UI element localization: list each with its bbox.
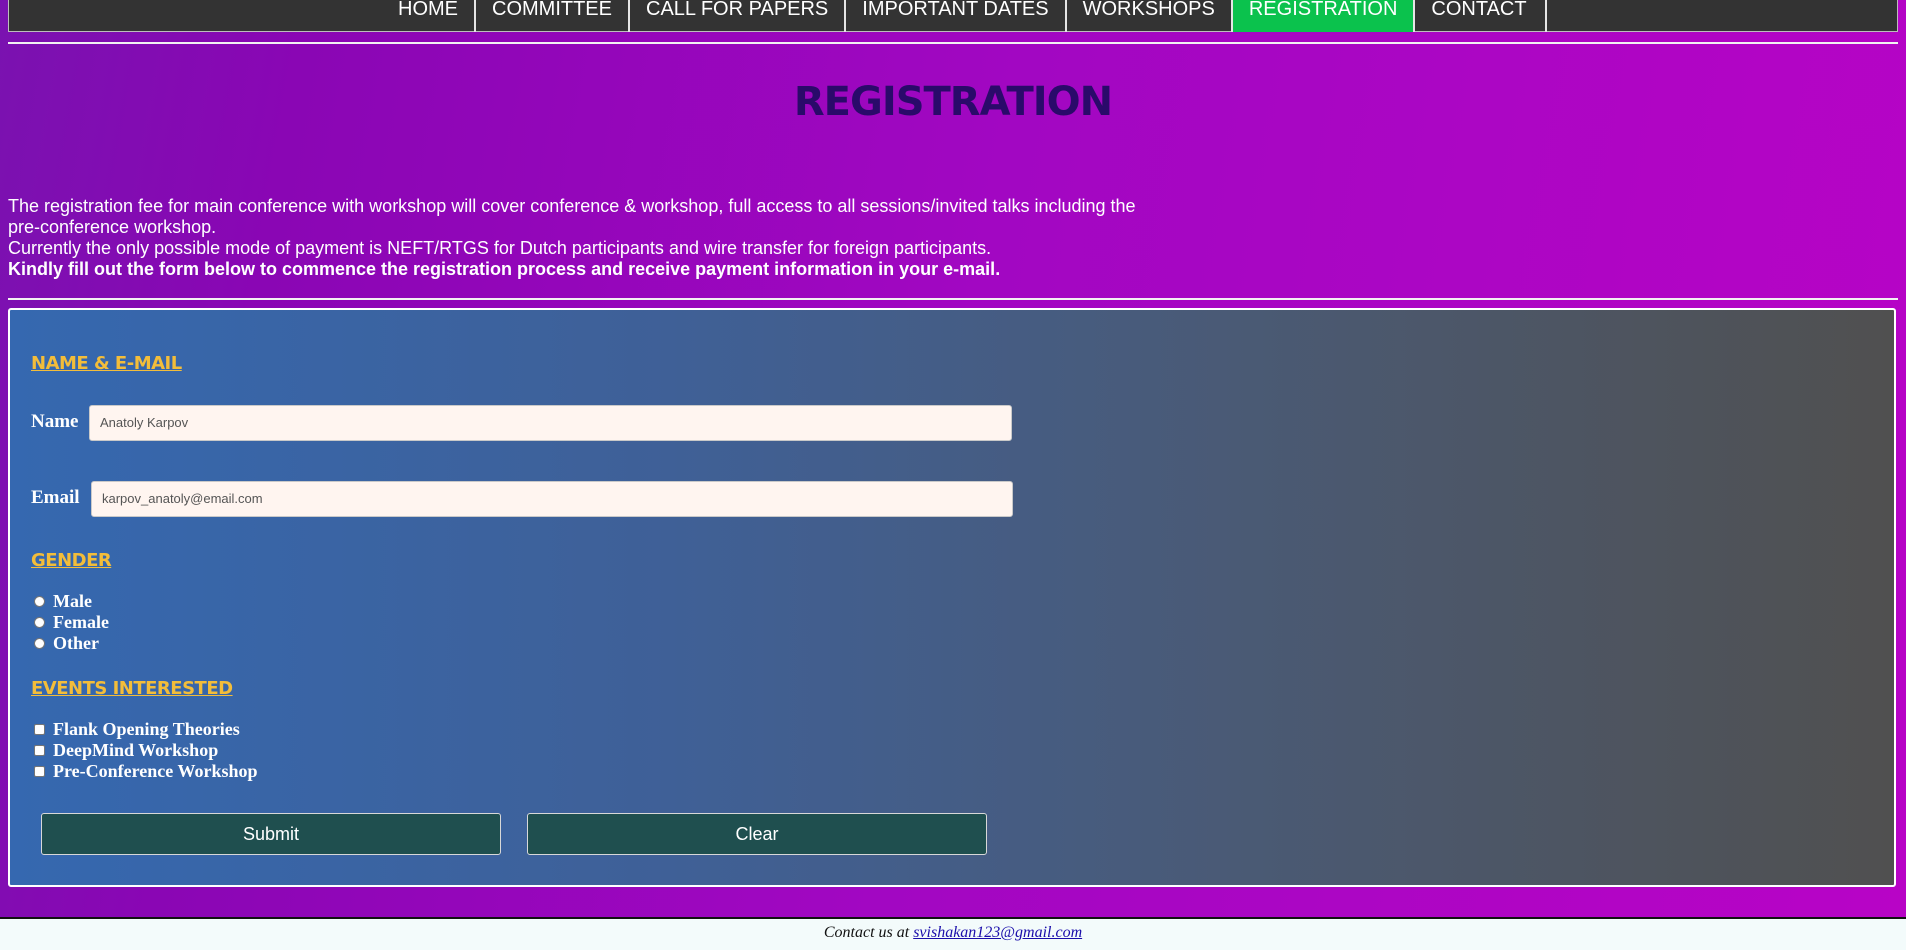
radio-button[interactable]	[34, 638, 45, 649]
gender-option-female[interactable]: Female	[34, 612, 109, 633]
email-label: Email	[31, 487, 80, 508]
nav-item-contact[interactable]: CONTACT	[1415, 0, 1547, 32]
nav-item-important-dates[interactable]: IMPORTANT DATES	[846, 0, 1067, 32]
radio-button[interactable]	[34, 596, 45, 607]
event-label-pre-conference: Pre-Conference Workshop	[53, 761, 258, 781]
event-label-flank-opening: Flank Opening Theories	[53, 719, 240, 739]
page-title: REGISTRATION	[793, 79, 1113, 125]
name-input[interactable]: Anatoly Karpov	[89, 405, 1012, 441]
nav-item-workshops[interactable]: WORKSHOPS	[1067, 0, 1233, 32]
gender-label-female: Female	[53, 612, 109, 632]
submit-button[interactable]: Submit	[41, 813, 501, 855]
gender-option-other[interactable]: Other	[34, 633, 99, 654]
name-label: Name	[31, 411, 79, 432]
intro-paragraph-fee: The registration fee for main conference…	[8, 196, 1136, 237]
section-title-gender: GENDER	[31, 550, 112, 571]
footer-text: Contact us at	[823, 924, 910, 941]
clear-button[interactable]: Clear	[527, 813, 987, 855]
gender-label-male: Male	[53, 591, 92, 611]
event-option-pre-conference[interactable]: Pre-Conference Workshop	[34, 761, 258, 782]
email-input[interactable]: karpov_anatoly@email.com	[91, 481, 1013, 517]
nav-item-registration[interactable]: REGISTRATION	[1232, 0, 1416, 32]
divider-top	[8, 42, 1898, 44]
event-label-deepmind: DeepMind Workshop	[53, 740, 219, 760]
top-navbar: HOME COMMITTEE CALL FOR PAPERS IMPORTANT…	[8, 0, 1898, 32]
section-title-events: EVENTS INTERESTED	[31, 678, 233, 699]
footer: Contact us at svishakan123@gmail.com	[0, 919, 1906, 950]
nav-item-committee[interactable]: COMMITTEE	[476, 0, 630, 32]
checkbox[interactable]	[34, 724, 45, 735]
intro-paragraph-instructions: Kindly fill out the form below to commen…	[8, 259, 1001, 279]
section-title-name-email: NAME & E-MAIL	[31, 353, 182, 374]
checkbox[interactable]	[34, 745, 45, 756]
registration-form: NAME & E-MAIL Name Anatoly Karpov Email …	[8, 308, 1896, 887]
intro-paragraph-payment: Currently the only possible mode of paym…	[8, 238, 992, 258]
gender-option-male[interactable]: Male	[34, 591, 92, 612]
nav-item-call-for-papers[interactable]: CALL FOR PAPERS	[630, 0, 847, 32]
event-option-flank-opening[interactable]: Flank Opening Theories	[34, 719, 240, 740]
checkbox[interactable]	[34, 766, 45, 777]
nav-list: HOME COMMITTEE CALL FOR PAPERS IMPORTANT…	[382, 0, 1547, 32]
gender-label-other: Other	[53, 633, 99, 653]
event-option-deepmind[interactable]: DeepMind Workshop	[34, 740, 218, 761]
nav-item-home[interactable]: HOME	[382, 0, 476, 32]
radio-button[interactable]	[34, 617, 45, 628]
footer-email-link[interactable]: svishakan123@gmail.com	[913, 924, 1082, 941]
divider-form	[8, 298, 1898, 300]
intro-text: The registration fee for main conference…	[8, 196, 1168, 280]
